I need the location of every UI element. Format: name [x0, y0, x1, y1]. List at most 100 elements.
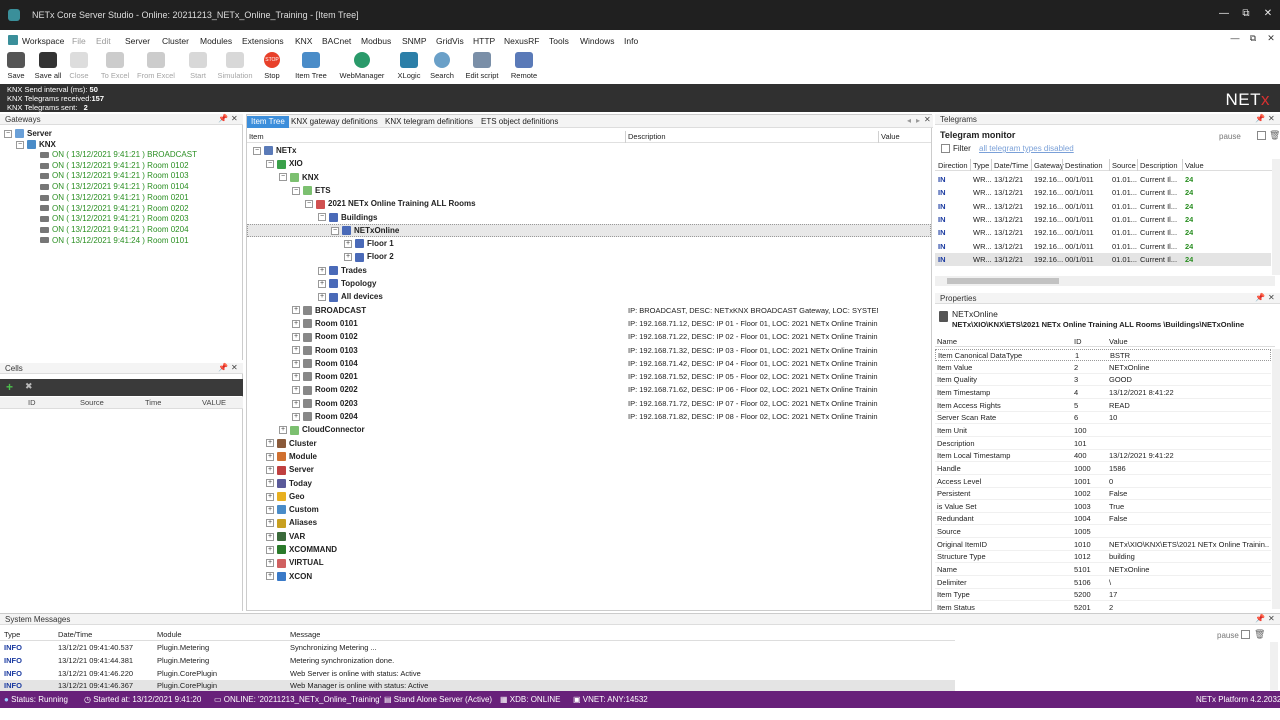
- tree-node[interactable]: + Server: [266, 463, 314, 476]
- tree-node[interactable]: − NETx: [253, 144, 296, 157]
- column-type[interactable]: Type: [4, 630, 20, 639]
- tree-node[interactable]: − NETxOnline: [331, 224, 399, 237]
- tree-node[interactable]: + XCOMMAND: [266, 543, 337, 556]
- gateway-item[interactable]: ON ( 13/12/2021 9:41:21 ) Room 0201: [40, 192, 189, 203]
- mdi-restore-button[interactable]: ⧉: [1246, 33, 1260, 44]
- column-value[interactable]: VALUE: [202, 398, 226, 407]
- column-message[interactable]: Message: [290, 630, 320, 639]
- telegram-column-source[interactable]: Source: [1112, 161, 1136, 170]
- telegram-row[interactable]: IN WR... 13/12/21 192.16... 00/1/011 01.01...…: [935, 240, 1271, 253]
- tree-node[interactable]: + Room 0202: [292, 383, 358, 396]
- column-date-time[interactable]: Date/Time: [58, 630, 92, 639]
- telegram-column-destination[interactable]: Destination: [1065, 161, 1103, 170]
- expand-icon[interactable]: +: [279, 426, 287, 435]
- menu-bacnet[interactable]: BACnet: [322, 36, 351, 46]
- webmanager-button[interactable]: WebManager: [336, 52, 388, 80]
- menu-gridvis[interactable]: GridVis: [436, 36, 464, 46]
- menu-tools[interactable]: Tools: [549, 36, 569, 46]
- expand-icon[interactable]: +: [266, 519, 274, 528]
- expand-icon[interactable]: +: [318, 266, 326, 275]
- telegram-row[interactable]: IN WR... 13/12/21 192.16... 00/1/011 01.01...…: [935, 173, 1271, 186]
- expand-icon[interactable]: +: [292, 386, 300, 395]
- column-source[interactable]: Source: [80, 398, 104, 407]
- trash-icon[interactable]: 🗑: [1254, 629, 1265, 640]
- remove-cell-button[interactable]: ✖: [25, 381, 33, 392]
- tree-node[interactable]: + XCON: [266, 570, 312, 583]
- telegram-row[interactable]: IN WR... 13/12/21 192.16... 00/1/011 01.01...…: [935, 252, 1271, 266]
- property-row[interactable]: Item Type 5200 17: [935, 589, 1271, 602]
- collapse-icon[interactable]: −: [305, 200, 313, 209]
- tree-node[interactable]: − 2021 NETx Online Training ALL Rooms: [305, 197, 476, 210]
- expand-icon[interactable]: +: [292, 333, 300, 342]
- expand-icon[interactable]: +: [292, 399, 300, 408]
- pin-icon[interactable]: 📌: [218, 114, 228, 123]
- column-id[interactable]: ID: [28, 398, 36, 407]
- collapse-icon[interactable]: −: [331, 226, 339, 235]
- column-divider[interactable]: [1062, 159, 1063, 171]
- menu-workspace[interactable]: Workspace: [22, 36, 64, 46]
- menu-modules[interactable]: Modules: [200, 36, 232, 46]
- close-icon[interactable]: ✕: [1268, 614, 1275, 623]
- pin-icon[interactable]: 📌: [218, 363, 228, 372]
- search-button[interactable]: Search: [428, 52, 456, 80]
- close-button[interactable]: ✕: [1258, 8, 1278, 19]
- tree-node[interactable]: + Room 0203: [292, 397, 358, 410]
- collapse-icon[interactable]: −: [318, 213, 326, 222]
- tree-node[interactable]: + All devices: [318, 290, 383, 303]
- maximize-button[interactable]: ⧉: [1236, 8, 1256, 19]
- gateway-item[interactable]: ON ( 13/12/2021 9:41:21 ) Room 0102: [40, 160, 189, 171]
- to-excel-button[interactable]: To Excel: [99, 52, 131, 80]
- sysmsg-pause-checkbox[interactable]: [1241, 630, 1250, 639]
- xlogic-button[interactable]: XLogic: [394, 52, 424, 80]
- tree-node[interactable]: + Geo: [266, 490, 305, 503]
- expand-icon[interactable]: +: [292, 306, 300, 315]
- sysmsg-row[interactable]: INFO 13/12/21 09:41:46.220 Plugin.CorePlug…: [0, 668, 955, 680]
- gateway-item[interactable]: ON ( 13/12/2021 9:41:21 ) Room 0104: [40, 181, 189, 192]
- edit-script-button[interactable]: Edit script: [462, 52, 502, 80]
- menu-http[interactable]: HTTP: [473, 36, 495, 46]
- tree-node[interactable]: + Module: [266, 450, 317, 463]
- tree-node[interactable]: + Room 0102: [292, 330, 358, 343]
- menu-knx[interactable]: KNX: [295, 36, 312, 46]
- mdi-close-button[interactable]: ✕: [1264, 33, 1278, 44]
- tree-node[interactable]: + Cluster: [266, 437, 317, 450]
- tab-scroll-right-icon[interactable]: ▸: [916, 116, 920, 125]
- tree-node[interactable]: + Trades: [318, 264, 367, 277]
- telegram-column-description[interactable]: Description: [1140, 161, 1178, 170]
- property-row[interactable]: Persistent 1002 False: [935, 488, 1271, 501]
- close-icon[interactable]: ✕: [231, 114, 238, 123]
- collapse-icon[interactable]: −: [292, 186, 300, 195]
- telegram-column-gateway[interactable]: Gateway: [1034, 161, 1064, 170]
- tree-node[interactable]: + Room 0201: [292, 370, 358, 383]
- save-all-button[interactable]: Save all: [32, 52, 64, 80]
- telegram-row[interactable]: IN WR... 13/12/21 192.16... 00/1/011 01.01...…: [935, 213, 1271, 226]
- column-divider[interactable]: [970, 159, 971, 171]
- menu-edit[interactable]: Edit: [96, 36, 111, 46]
- tree-node[interactable]: + VIRTUAL: [266, 556, 324, 569]
- menu-server[interactable]: Server: [125, 36, 150, 46]
- column-divider[interactable]: [991, 159, 992, 171]
- filter-link[interactable]: all telegram types disabled: [979, 144, 1074, 153]
- column-name[interactable]: Name: [937, 337, 957, 346]
- telegram-row[interactable]: IN WR... 13/12/21 192.16... 00/1/011 01.01...…: [935, 200, 1271, 213]
- stop-button[interactable]: STOP Stop: [260, 52, 284, 80]
- collapse-icon[interactable]: −: [16, 140, 24, 149]
- tree-node[interactable]: + Aliases: [266, 516, 317, 529]
- tree-node[interactable]: − ETS: [292, 184, 331, 197]
- tab-scroll-left-icon[interactable]: ◂: [907, 116, 911, 125]
- trash-icon[interactable]: 🗑: [1269, 130, 1280, 141]
- collapse-icon[interactable]: −: [279, 173, 287, 182]
- column-id[interactable]: ID: [1074, 337, 1082, 346]
- gateway-item[interactable]: ON ( 13/12/2021 9:41:21 ) Room 0103: [40, 170, 189, 181]
- column-divider[interactable]: [1182, 159, 1183, 171]
- property-row[interactable]: is Value Set 1003 True: [935, 501, 1271, 513]
- column-description[interactable]: Description: [628, 132, 666, 141]
- menu-snmp[interactable]: SNMP: [402, 36, 427, 46]
- property-row[interactable]: Item Canonical DataType 1 BSTR: [935, 349, 1271, 361]
- pin-icon[interactable]: 📌: [1255, 114, 1265, 123]
- property-row[interactable]: Item Unit 100: [935, 425, 1271, 437]
- property-row[interactable]: Redundant 1004 False: [935, 513, 1271, 526]
- close-icon[interactable]: ✕: [924, 115, 931, 124]
- collapse-icon[interactable]: −: [4, 129, 12, 138]
- expand-icon[interactable]: +: [266, 572, 274, 581]
